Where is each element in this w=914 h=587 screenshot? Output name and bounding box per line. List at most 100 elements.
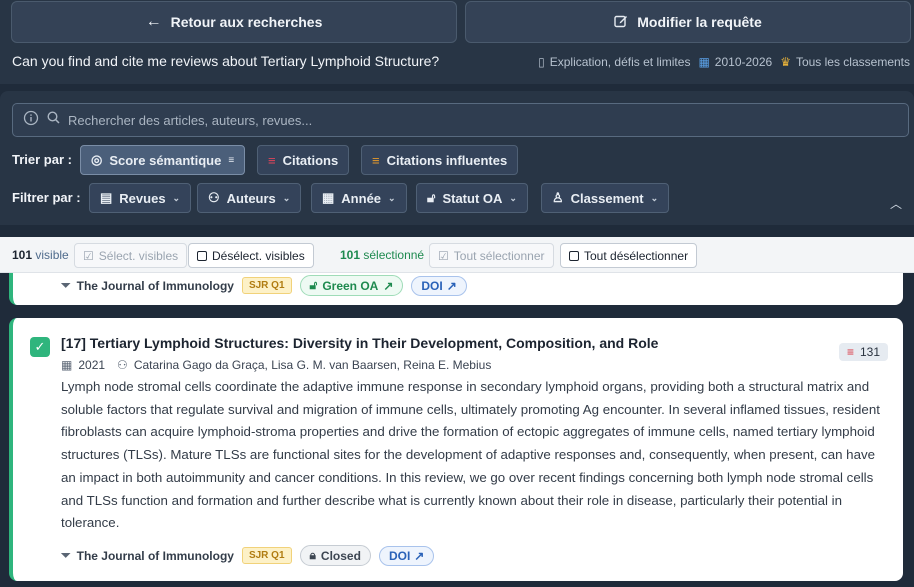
doi-label: DOI [388, 548, 411, 563]
filter-journals[interactable]: ▤ Revues ⌄ [89, 183, 192, 213]
journal-icon: ▤ [100, 190, 113, 205]
selected-count: 101 [340, 248, 361, 262]
lock-icon: 🔓︎ [427, 190, 436, 205]
select-visible-button[interactable]: ☑ Sélect. visibles [74, 243, 188, 268]
sort-desc-icon: ≡ [228, 154, 235, 166]
journal-label: The Journal of Immunology [76, 278, 234, 293]
visible-count: 101 [12, 248, 33, 262]
filter-ranking-label: Classement [570, 190, 644, 206]
meta-type: ▯ Explication, défis et limites [538, 55, 690, 69]
journal-label: The Journal of Immunology [76, 548, 234, 563]
filter-authors[interactable]: ⚇ Auteurs ⌄ [197, 183, 302, 213]
filter-journals-label: Revues [119, 190, 166, 206]
edit-query-button[interactable]: Modifier la requête [465, 1, 911, 43]
paper-abstract: Lymph node stromal cells coordinate the … [61, 379, 880, 531]
filter-authors-label: Auteurs [226, 190, 276, 206]
citation-count-badge: ≡ 131 [838, 343, 888, 361]
checkbox-empty-icon [197, 250, 207, 261]
visible-word: visible [35, 248, 69, 262]
chevron-down-icon: ⌄ [509, 192, 517, 203]
search-bar [12, 103, 909, 137]
chevron-down-icon: ⌄ [388, 192, 396, 203]
edit-label: Modifier la requête [637, 14, 762, 30]
info-icon[interactable] [23, 110, 39, 131]
deselect-visible-button[interactable]: Désélect. visibles [188, 243, 314, 268]
citations-icon: ≡ [846, 345, 854, 359]
unlock-icon: 🔓︎ [309, 278, 318, 292]
results-list: ⏷ The Journal of Immunology SJR Q1 🔓︎ Gr… [0, 273, 914, 587]
sort-semantic-score[interactable]: ◎ Score sémantique ≡ [80, 145, 246, 175]
controls-panel: Trier par : ◎ Score sémantique ≡ ≡ Citat… [0, 91, 914, 225]
calendar-icon: ▦ [322, 190, 335, 205]
deselect-visible-label: Désélect. visibles [212, 248, 305, 263]
doi-link[interactable]: DOI ↗ [378, 545, 435, 566]
card-footer: ⏷ The Journal of Immunology SJR Q1 🔒︎ Cl… [61, 545, 435, 566]
citations-icon: ≡ [268, 152, 276, 168]
filter-year[interactable]: ▦ Année ⌄ [311, 183, 407, 213]
external-link-icon: ↗ [383, 278, 394, 293]
chevron-down-icon: ⌄ [650, 192, 659, 203]
citation-count: 131 [859, 345, 880, 359]
sort-influential-label: Citations influentes [386, 152, 508, 168]
select-all-button[interactable]: ☑ Tout sélectionner [429, 243, 554, 268]
sort-semantic-label: Score sémantique [109, 152, 222, 168]
filter-oa-label: Statut OA [442, 190, 503, 206]
doi-label: DOI [421, 278, 443, 293]
deselect-all-label: Tout désélectionner [584, 248, 689, 263]
checkbox-empty-icon [569, 250, 579, 261]
users-icon: ⚇ [208, 190, 220, 205]
oa-label: Green OA [322, 278, 379, 293]
external-link-icon: ↗ [446, 278, 457, 293]
select-visible-label: Sélect. visibles [98, 248, 179, 263]
sjr-badge: SJR Q1 [241, 547, 292, 564]
search-input[interactable] [68, 112, 868, 128]
arrow-left-icon: ← [145, 13, 162, 30]
back-to-searches-button[interactable]: ← Retour aux recherches [11, 1, 457, 43]
search-icon [47, 111, 60, 129]
paper-authors: Catarina Gago da Graça, Lisa G. M. van B… [133, 358, 492, 372]
sort-citations[interactable]: ≡ Citations [257, 145, 350, 175]
target-icon: ◎ [91, 152, 103, 167]
meta-years: ▦ 2010-2026 [698, 55, 772, 69]
award-icon: ♙ [552, 190, 564, 205]
calendar-icon: ▦ [698, 55, 710, 69]
meta-type-label: Explication, défis et limites [549, 55, 691, 69]
paper-year: 2021 [78, 358, 106, 372]
external-link-icon: ↗ [414, 548, 425, 563]
edit-icon [614, 14, 628, 31]
checkbox-checked-icon: ☑ [438, 248, 449, 263]
filter-icon: ⏷ [61, 548, 71, 562]
filter-year-label: Année [341, 190, 382, 206]
deselect-all-button[interactable]: Tout désélectionner [560, 243, 698, 268]
oa-badge: 🔒︎ Closed [299, 545, 371, 566]
selected-count-text: 101 sélectionné [340, 248, 424, 262]
filter-oa-status[interactable]: 🔓︎ Statut OA ⌄ [416, 183, 528, 213]
checkbox-checked-icon: ☑ [83, 248, 94, 263]
filter-ranking[interactable]: ♙ Classement ⌄ [541, 183, 670, 213]
trophy-icon: ♛ [780, 55, 791, 69]
chevron-down-icon: ⌄ [282, 192, 291, 203]
sjr-badge: SJR Q1 [241, 277, 292, 294]
paper-byline: ▦ 2021 ⚇ Catarina Gago da Graça, Lisa G.… [61, 358, 491, 372]
result-card[interactable]: ✓ [17] Tertiary Lymphoid Structures: Div… [9, 318, 903, 581]
paper-title[interactable]: [17] Tertiary Lymphoid Structures: Diver… [61, 335, 658, 351]
visible-count-text: 101 visible [12, 248, 69, 262]
query-meta: ▯ Explication, défis et limites ▦ 2010-2… [538, 55, 910, 69]
lock-icon: 🔒︎ [309, 548, 316, 562]
select-all-label: Tout sélectionner [453, 248, 545, 263]
collapse-chevron-up-icon[interactable]: ︿ [890, 195, 902, 212]
influential-icon: ≡ [372, 152, 380, 168]
journal-name: ⏷ The Journal of Immunology [61, 548, 234, 563]
select-checkbox[interactable]: ✓ [30, 337, 50, 357]
card-footer: ⏷ The Journal of Immunology SJR Q1 🔓︎ Gr… [61, 275, 467, 296]
selected-word: sélectionné [363, 248, 425, 262]
sort-label: Trier par : [12, 152, 72, 167]
result-card[interactable]: ⏷ The Journal of Immunology SJR Q1 🔓︎ Gr… [9, 273, 903, 305]
sort-influential-citations[interactable]: ≡ Citations influentes [361, 145, 519, 175]
meta-rank: ♛ Tous les classements [780, 55, 910, 69]
users-icon: ⚇ [117, 358, 128, 372]
results-header: ← Retour aux recherches Modifier la requ… [0, 0, 914, 84]
doi-link[interactable]: DOI ↗ [411, 275, 467, 296]
filter-label: Filtrer par : [12, 190, 81, 205]
oa-badge[interactable]: 🔓︎ Green OA ↗ [299, 275, 404, 296]
